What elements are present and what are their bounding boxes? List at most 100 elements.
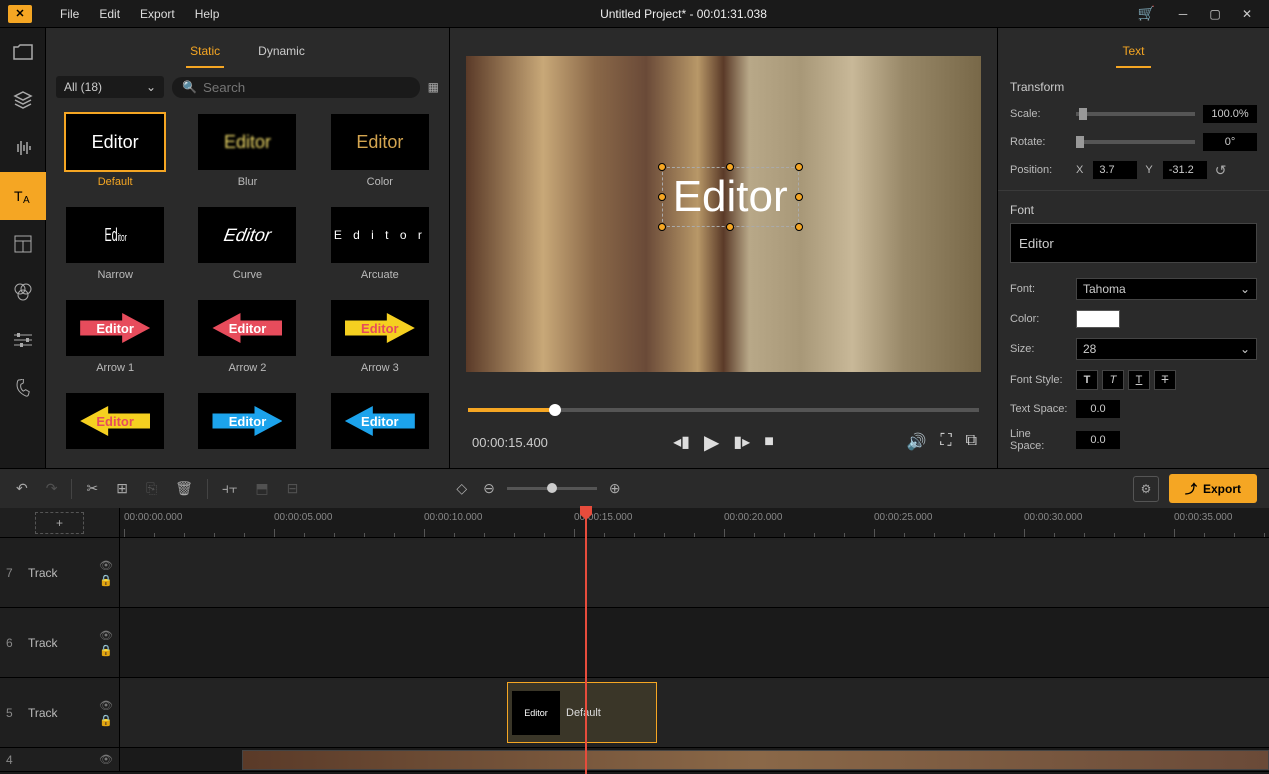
preset-default[interactable]: Editor Default bbox=[54, 114, 176, 193]
copy-button[interactable]: ⊞ bbox=[112, 476, 132, 501]
minimize-button[interactable]: ─ bbox=[1169, 3, 1197, 25]
scale-value[interactable] bbox=[1203, 105, 1257, 123]
tab-dynamic[interactable]: Dynamic bbox=[254, 38, 309, 68]
preset-arrow-1[interactable]: Editor Arrow 1 bbox=[54, 300, 176, 379]
resize-handle-tc[interactable] bbox=[726, 163, 734, 171]
preset-arrow-6[interactable]: Editor bbox=[319, 393, 441, 460]
preset-arrow-5[interactable]: Editor bbox=[186, 393, 308, 460]
tool-audio[interactable] bbox=[0, 124, 46, 172]
stop-button[interactable]: ■ bbox=[764, 433, 774, 451]
text-overlay[interactable]: Editor bbox=[662, 167, 799, 227]
tab-static[interactable]: Static bbox=[186, 38, 224, 68]
crop-button[interactable]: ⬒ bbox=[251, 476, 272, 501]
preset-arrow-4[interactable]: Editor bbox=[54, 393, 176, 460]
track-content-7[interactable] bbox=[120, 538, 1269, 607]
split-button[interactable]: ⫞⫟ bbox=[218, 476, 241, 501]
size-select[interactable]: 28 ⌄ bbox=[1076, 338, 1257, 360]
marker-button[interactable]: ◇ bbox=[452, 476, 471, 501]
rotate-value[interactable] bbox=[1203, 133, 1257, 151]
cut-button[interactable]: ✂ bbox=[82, 476, 102, 501]
redo-button[interactable]: ↷ bbox=[42, 476, 62, 501]
preset-narrow[interactable]: Editor Narrow bbox=[54, 207, 176, 286]
timeline-ruler[interactable]: 00:00:00.00000:00:05.00000:00:10.00000:0… bbox=[120, 508, 1269, 537]
play-button[interactable]: ▶ bbox=[704, 430, 719, 455]
media-clip[interactable] bbox=[242, 750, 1269, 770]
resize-handle-bc[interactable] bbox=[726, 223, 734, 231]
maximize-button[interactable]: ▢ bbox=[1201, 3, 1229, 25]
playhead[interactable] bbox=[585, 508, 587, 774]
tool-settings[interactable] bbox=[0, 316, 46, 364]
tab-text-props[interactable]: Text bbox=[1116, 38, 1150, 68]
menu-file[interactable]: File bbox=[50, 3, 89, 25]
tool-layers[interactable] bbox=[0, 76, 46, 124]
tool-phone[interactable] bbox=[0, 364, 46, 412]
preset-color[interactable]: Editor Color bbox=[319, 114, 441, 193]
snapshot-icon[interactable]: ⛶ bbox=[940, 432, 951, 452]
scrub-handle[interactable] bbox=[549, 404, 561, 416]
cart-icon[interactable]: 🛒 bbox=[1138, 5, 1155, 22]
lock-icon[interactable]: 🔒 bbox=[99, 644, 113, 657]
track-content-5[interactable]: Editor Default bbox=[120, 678, 1269, 747]
resize-handle-mr[interactable] bbox=[795, 193, 803, 201]
tool-media[interactable] bbox=[0, 28, 46, 76]
zoom-in-button[interactable]: ⊕ bbox=[605, 476, 625, 501]
font-select[interactable]: Tahoma ⌄ bbox=[1076, 278, 1257, 300]
resize-handle-ml[interactable] bbox=[658, 193, 666, 201]
filter-dropdown[interactable]: All (18) ⌄ bbox=[56, 76, 164, 98]
zoom-out-button[interactable]: ⊖ bbox=[479, 476, 499, 501]
zoom-slider[interactable] bbox=[507, 487, 597, 490]
preview-canvas[interactable]: Editor bbox=[466, 56, 981, 372]
menu-help[interactable]: Help bbox=[185, 3, 230, 25]
visibility-icon[interactable]: 👁 bbox=[99, 753, 113, 766]
resize-handle-br[interactable] bbox=[795, 223, 803, 231]
grid-view-icon[interactable]: ▦ bbox=[428, 80, 439, 94]
tool-color[interactable] bbox=[0, 268, 46, 316]
volume-icon[interactable]: 🔊 bbox=[906, 432, 926, 452]
x-value[interactable] bbox=[1093, 161, 1137, 179]
track-content-6[interactable] bbox=[120, 608, 1269, 677]
bold-button[interactable]: T bbox=[1076, 370, 1098, 390]
render-settings-button[interactable]: ⚙ bbox=[1133, 476, 1159, 502]
visibility-icon[interactable]: 👁 bbox=[99, 629, 113, 642]
preset-arrow-2[interactable]: Editor Arrow 2 bbox=[186, 300, 308, 379]
fullscreen-icon[interactable]: ⧉ bbox=[966, 432, 977, 452]
reset-position-icon[interactable]: ↺ bbox=[1215, 162, 1227, 179]
visibility-icon[interactable]: 👁 bbox=[99, 699, 113, 712]
resize-handle-tr[interactable] bbox=[795, 163, 803, 171]
preset-arrow-3[interactable]: Editor Arrow 3 bbox=[319, 300, 441, 379]
track-content-4[interactable] bbox=[120, 748, 1269, 771]
export-button[interactable]: ⤴ Export bbox=[1169, 474, 1257, 503]
text-content-input[interactable] bbox=[1010, 223, 1257, 263]
tool-text[interactable]: TA bbox=[0, 172, 46, 220]
underline-button[interactable]: T bbox=[1128, 370, 1150, 390]
color-swatch[interactable] bbox=[1076, 310, 1120, 328]
preset-curve[interactable]: Editor Curve bbox=[186, 207, 308, 286]
prev-frame-button[interactable]: ◂▮ bbox=[673, 432, 690, 452]
next-frame-button[interactable]: ▮▸ bbox=[733, 432, 750, 452]
tool-grid[interactable] bbox=[0, 220, 46, 268]
text-clip[interactable]: Editor Default bbox=[507, 682, 657, 743]
resize-handle-bl[interactable] bbox=[658, 223, 666, 231]
resize-handle-tl[interactable] bbox=[658, 163, 666, 171]
text-space-value[interactable] bbox=[1076, 400, 1120, 418]
scrub-bar[interactable] bbox=[468, 400, 979, 420]
rotate-slider[interactable] bbox=[1076, 140, 1195, 144]
visibility-icon[interactable]: 👁 bbox=[99, 559, 113, 572]
scale-slider[interactable] bbox=[1076, 112, 1195, 116]
preset-arcuate[interactable]: E d i t o r Arcuate bbox=[319, 207, 441, 286]
preset-blur[interactable]: Editor Blur bbox=[186, 114, 308, 193]
close-button[interactable]: ✕ bbox=[1233, 3, 1261, 25]
menu-edit[interactable]: Edit bbox=[89, 3, 130, 25]
italic-button[interactable]: T bbox=[1102, 370, 1124, 390]
group-button[interactable]: ⊟ bbox=[283, 476, 303, 501]
line-space-value[interactable] bbox=[1076, 431, 1120, 449]
menu-export[interactable]: Export bbox=[130, 3, 185, 25]
strike-button[interactable]: T bbox=[1154, 370, 1176, 390]
add-track-button[interactable]: + bbox=[35, 512, 84, 534]
search-input[interactable] bbox=[203, 80, 410, 95]
lock-icon[interactable]: 🔒 bbox=[99, 714, 113, 727]
undo-button[interactable]: ↶ bbox=[12, 476, 32, 501]
search-box[interactable]: 🔍 bbox=[172, 77, 420, 98]
delete-button[interactable]: 🗑 bbox=[171, 476, 197, 501]
lock-icon[interactable]: 🔒 bbox=[99, 574, 113, 587]
